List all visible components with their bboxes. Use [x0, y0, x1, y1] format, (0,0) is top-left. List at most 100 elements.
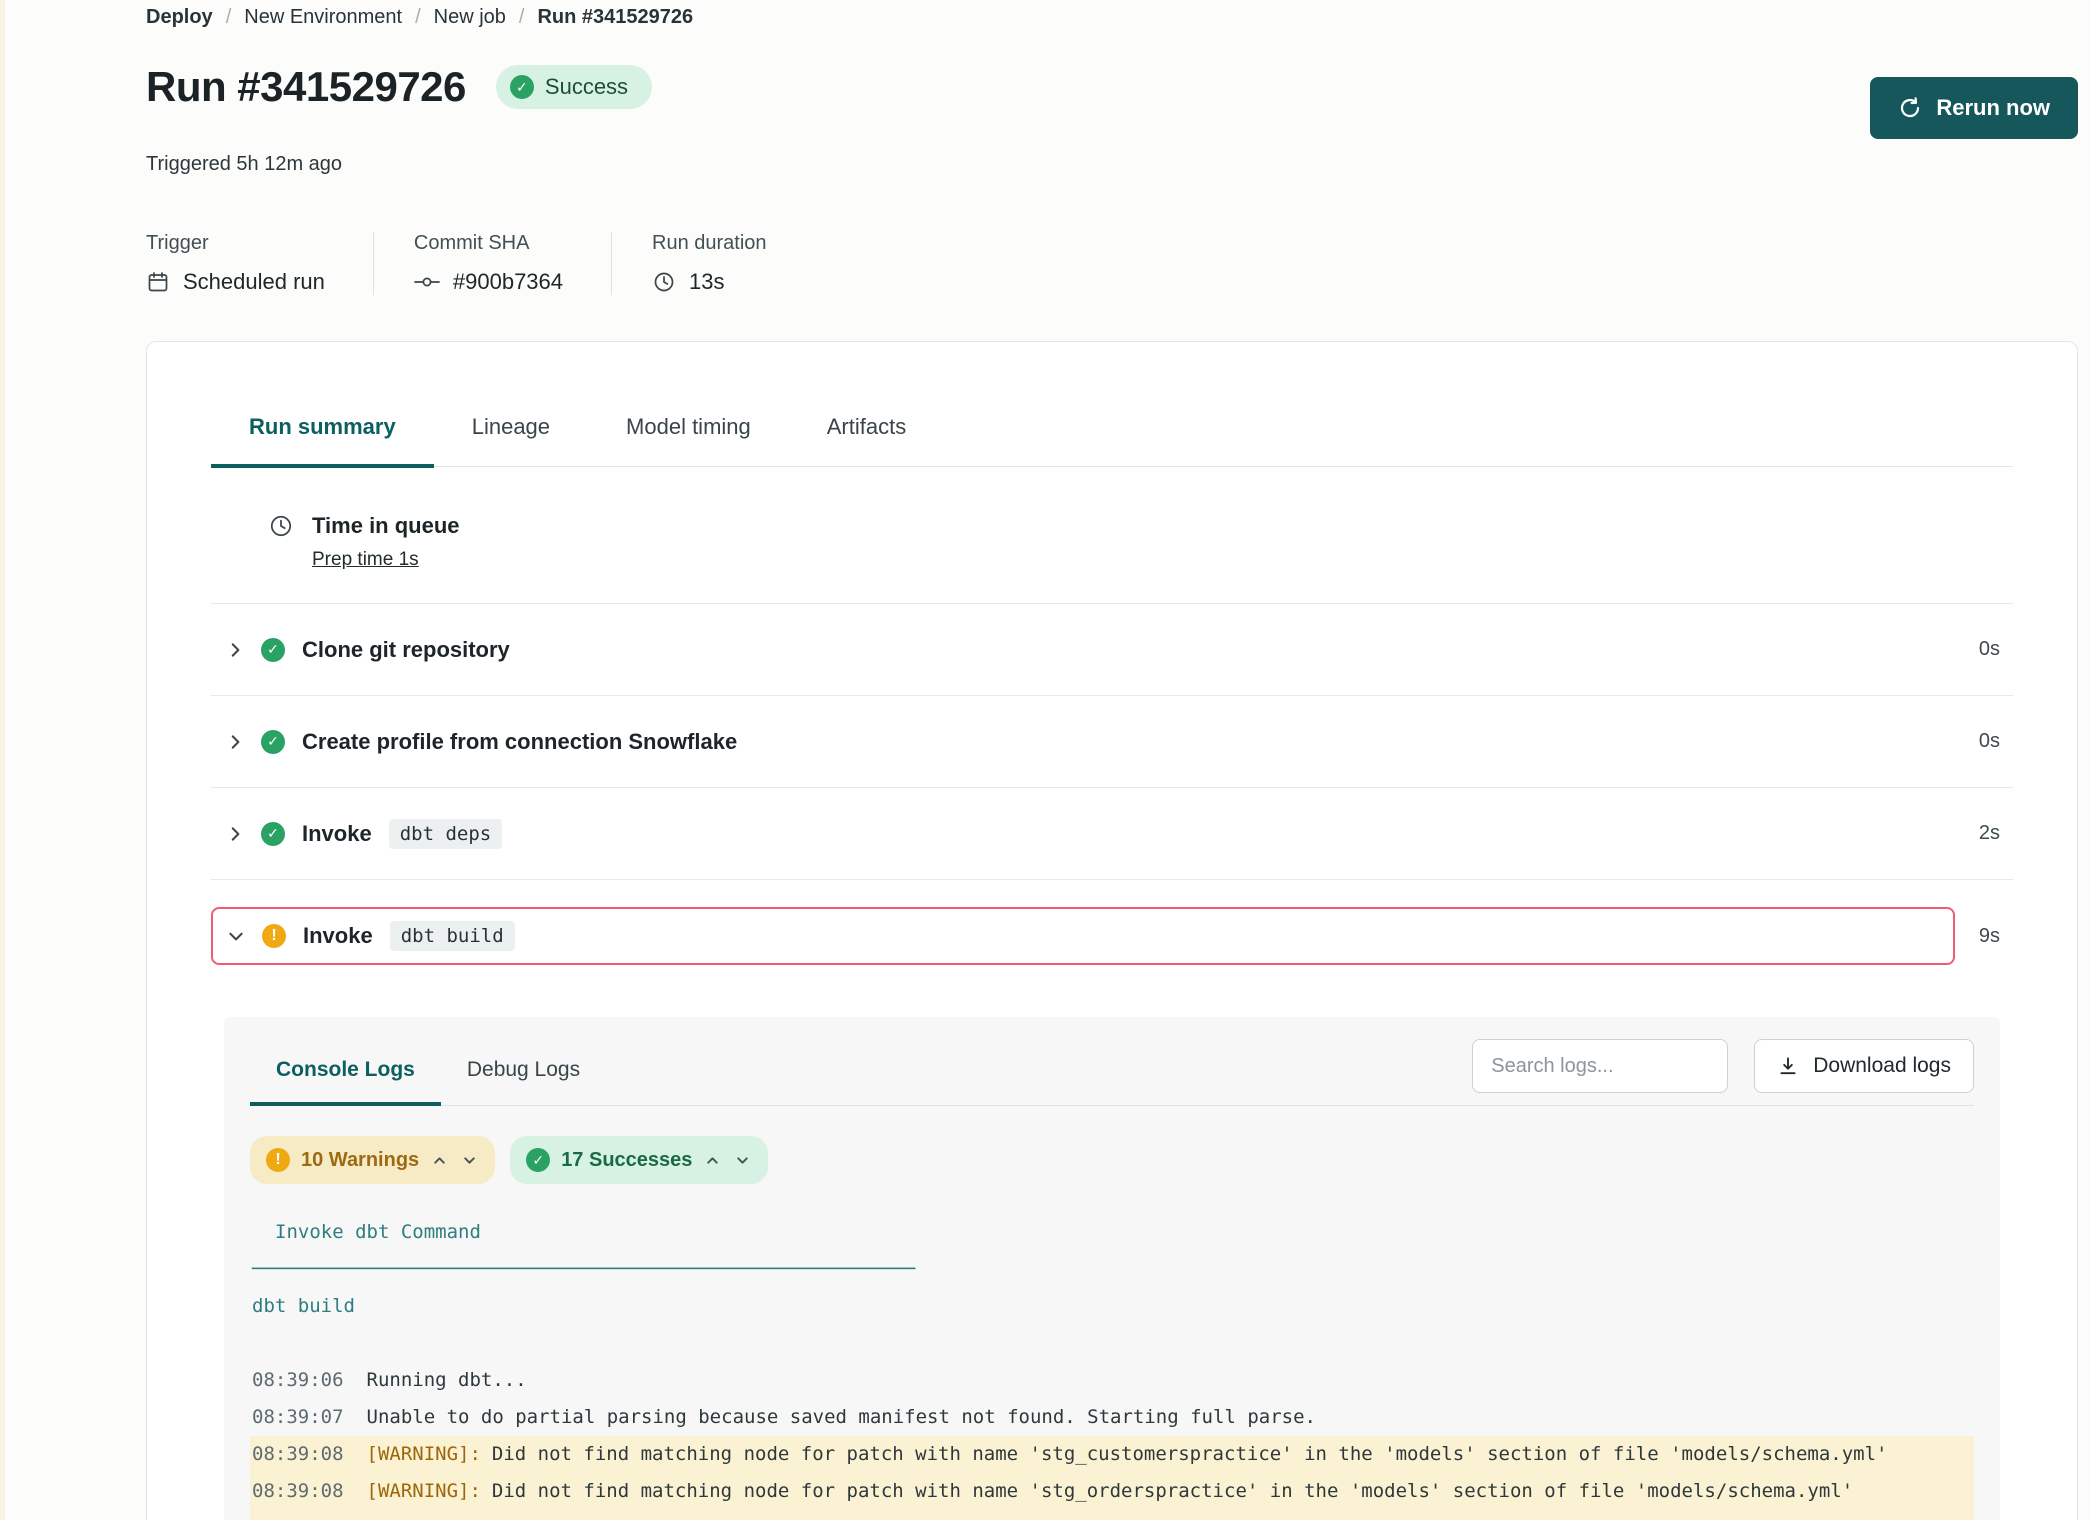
- log-text: Did not find matching node for patch wit…: [492, 1480, 1853, 1502]
- step-duration: 0s: [1979, 638, 2000, 661]
- clock-icon: [652, 270, 676, 294]
- log-command: dbt build: [250, 1288, 1974, 1325]
- breadcrumb-environment[interactable]: New Environment: [244, 6, 402, 29]
- status-badge: ✓ Success: [496, 65, 652, 109]
- log-timestamp: 08:39:06: [252, 1369, 344, 1391]
- log-line-warning: 08:39:08 [WARNING]: Did not find matching …: [250, 1436, 1974, 1473]
- step-invoke-dbt-build-row: ! Invoke dbt build 9s: [211, 907, 2013, 965]
- log-divider: ────────────────────────────────────────…: [250, 1251, 1974, 1288]
- log-warning-tag: [WARNING]:: [367, 1480, 481, 1502]
- chevron-down-icon[interactable]: [733, 1151, 752, 1170]
- status-badge-label: Success: [545, 74, 628, 100]
- tab-artifacts[interactable]: Artifacts: [789, 414, 944, 468]
- tab-debug-logs[interactable]: Debug Logs: [441, 1040, 606, 1106]
- success-check-icon: ✓: [526, 1148, 550, 1172]
- run-meta: Trigger Scheduled run Commit SHA: [146, 232, 2078, 295]
- download-logs-label: Download logs: [1813, 1054, 1951, 1078]
- log-toolbar: Console Logs Debug Logs Download logs: [250, 1039, 1974, 1106]
- tab-lineage[interactable]: Lineage: [434, 414, 588, 468]
- prep-time-link[interactable]: Prep time 1s: [312, 549, 419, 571]
- chevron-right-icon[interactable]: [226, 733, 244, 751]
- log-line: 08:39:06Running dbt...: [250, 1362, 1974, 1399]
- breadcrumb: Deploy / New Environment / New job / Run…: [146, 6, 2078, 29]
- log-timestamp: 08:39:08: [252, 1480, 344, 1502]
- breadcrumb-current-run: Run #341529726: [537, 6, 693, 29]
- header-title-group: Run #341529726 ✓ Success: [146, 63, 652, 111]
- rerun-now-button[interactable]: Rerun now: [1870, 77, 2078, 139]
- chevron-up-icon[interactable]: [703, 1151, 722, 1170]
- step-label: Invoke: [303, 923, 373, 949]
- page: Deploy / New Environment / New job / Run…: [0, 0, 2090, 1520]
- tab-model-timing[interactable]: Model timing: [588, 414, 789, 468]
- run-duration-value: 13s: [689, 269, 724, 295]
- left-edge-strip: [0, 0, 5, 1520]
- warnings-count: 10 Warnings: [301, 1149, 419, 1172]
- command-chip: dbt deps: [389, 819, 503, 849]
- rerun-now-label: Rerun now: [1936, 95, 2050, 121]
- log-badges: ! 10 Warnings ✓ 17 Successes: [250, 1136, 1974, 1184]
- step-invoke-dbt-deps[interactable]: ✓ Invoke dbt deps 2s: [211, 788, 2013, 880]
- clock-icon: [268, 513, 294, 571]
- log-panel: Console Logs Debug Logs Download logs ! …: [224, 1017, 2000, 1520]
- successes-count: 17 Successes: [561, 1149, 692, 1172]
- trigger-value: Scheduled run: [183, 269, 325, 295]
- successes-badge[interactable]: ✓ 17 Successes: [510, 1136, 768, 1184]
- download-logs-button[interactable]: Download logs: [1754, 1039, 1974, 1093]
- chevron-right-icon[interactable]: [226, 641, 244, 659]
- log-line-warning: 08:39:08[WARNING]:Test 'test.admin_matur…: [250, 1510, 1974, 1520]
- log-line-warning: 08:39:08 [WARNING]: Did not find matching …: [250, 1473, 1974, 1510]
- breadcrumb-separator: /: [519, 6, 525, 29]
- commit-label: Commit SHA: [414, 232, 563, 255]
- log-command-title: Invoke dbt Command: [250, 1214, 1974, 1251]
- commit-icon: [414, 270, 440, 294]
- log-text: Unable to do partial parsing because sav…: [367, 1406, 1316, 1428]
- success-check-icon: ✓: [261, 730, 285, 754]
- warning-icon: !: [262, 924, 286, 948]
- chevron-right-icon[interactable]: [226, 825, 244, 843]
- chevron-up-icon[interactable]: [430, 1151, 449, 1170]
- step-label: Invoke: [302, 821, 372, 847]
- step-label: Clone git repository: [302, 637, 510, 663]
- log-warning-tag: [WARNING]:: [367, 1443, 481, 1465]
- warnings-badge[interactable]: ! 10 Warnings: [250, 1136, 495, 1184]
- chevron-down-icon[interactable]: [460, 1151, 479, 1170]
- step-create-profile-snowflake[interactable]: ✓ Create profile from connection Snowfla…: [211, 696, 2013, 788]
- duration-label: Run duration: [652, 232, 767, 255]
- time-in-queue-section: Time in queue Prep time 1s: [211, 467, 2013, 603]
- breadcrumb-separator: /: [226, 6, 232, 29]
- triggered-timestamp: Triggered 5h 12m ago: [146, 153, 2078, 176]
- card-tabs: Run summary Lineage Model timing Artifac…: [211, 414, 2013, 467]
- success-check-icon: ✓: [261, 822, 285, 846]
- breadcrumb-deploy[interactable]: Deploy: [146, 6, 213, 29]
- step-invoke-dbt-build[interactable]: ! Invoke dbt build: [211, 907, 1955, 965]
- time-in-queue-title: Time in queue: [312, 513, 460, 539]
- chevron-down-icon[interactable]: [227, 927, 245, 945]
- log-timestamp: 08:39:08: [252, 1443, 344, 1465]
- warning-icon: !: [266, 1148, 290, 1172]
- tab-console-logs[interactable]: Console Logs: [250, 1040, 441, 1106]
- breadcrumb-job[interactable]: New job: [434, 6, 506, 29]
- success-check-icon: ✓: [261, 638, 285, 662]
- log-text: Did not find matching node for patch wit…: [492, 1443, 1888, 1465]
- search-logs-input[interactable]: [1472, 1039, 1728, 1093]
- page-title: Run #341529726: [146, 63, 466, 111]
- step-duration: 9s: [1979, 925, 2000, 948]
- tab-run-summary[interactable]: Run summary: [211, 414, 434, 468]
- meta-duration: Run duration 13s: [611, 232, 815, 295]
- command-chip: dbt build: [390, 921, 515, 951]
- run-steps: ✓ Clone git repository 0s ✓ Create profi…: [211, 603, 2013, 965]
- trigger-label: Trigger: [146, 232, 325, 255]
- header: Run #341529726 ✓ Success Rerun now: [146, 63, 2078, 139]
- breadcrumb-separator: /: [415, 6, 421, 29]
- run-summary-card: Run summary Lineage Model timing Artifac…: [146, 341, 2078, 1520]
- step-clone-git-repository[interactable]: ✓ Clone git repository 0s: [211, 604, 2013, 696]
- commit-sha-value: #900b7364: [453, 269, 563, 295]
- meta-commit: Commit SHA #900b7364: [373, 232, 611, 295]
- step-duration: 2s: [1979, 822, 2000, 845]
- step-label: Create profile from connection Snowflake: [302, 729, 737, 755]
- step-duration: 0s: [1979, 730, 2000, 753]
- success-check-icon: ✓: [510, 75, 534, 99]
- console-log-output: Invoke dbt Command ─────────────────────…: [250, 1214, 1974, 1520]
- calendar-icon: [146, 270, 170, 294]
- log-timestamp: 08:39:07: [252, 1406, 344, 1428]
